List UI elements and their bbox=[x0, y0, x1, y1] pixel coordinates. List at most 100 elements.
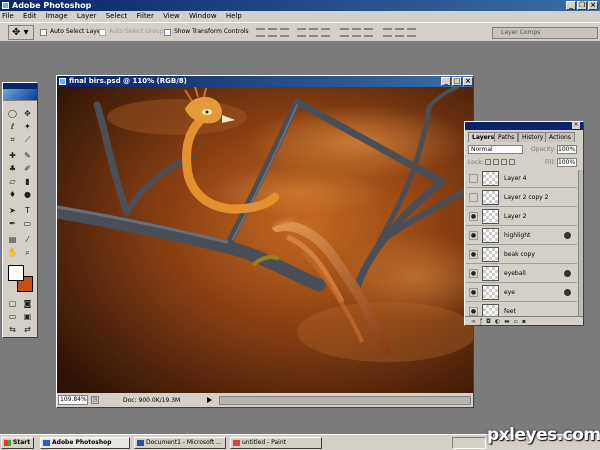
restore-icon[interactable]: ❐ bbox=[577, 1, 587, 10]
blur-tool-icon[interactable]: ♦ bbox=[7, 189, 18, 200]
layer-row[interactable]: ● Layer 2 bbox=[466, 208, 577, 226]
horizontal-scrollbar[interactable] bbox=[219, 396, 471, 405]
gradient-tool-icon[interactable]: ▮ bbox=[22, 176, 33, 187]
lasso-tool-icon[interactable]: ℓ bbox=[7, 121, 18, 132]
quick-mask-mode-icon[interactable]: ◙ bbox=[22, 298, 33, 309]
eye-icon[interactable]: ● bbox=[469, 231, 478, 240]
eye-icon[interactable]: ● bbox=[469, 269, 478, 278]
jump-to-imageready-icon[interactable]: ⇆ bbox=[7, 324, 18, 335]
align-bottom-icon[interactable] bbox=[280, 28, 289, 37]
tab-paths[interactable]: Paths bbox=[494, 132, 519, 142]
clone-stamp-tool-icon[interactable]: ♣ bbox=[7, 163, 18, 174]
align-vertical-center-icon[interactable] bbox=[268, 28, 277, 37]
palette-well-layer-comps[interactable]: Layer Comps bbox=[492, 27, 598, 39]
image-canvas[interactable] bbox=[57, 87, 473, 393]
opacity-input[interactable]: 100% bbox=[557, 145, 577, 154]
eye-icon[interactable]: ● bbox=[469, 250, 478, 259]
layers-scrollbar[interactable] bbox=[578, 170, 583, 316]
menu-filter[interactable]: Filter bbox=[137, 12, 154, 20]
shape-tool-icon[interactable]: ▭ bbox=[22, 218, 33, 229]
layer-effects-icon[interactable] bbox=[564, 289, 571, 296]
visibility-toggle[interactable] bbox=[469, 174, 478, 183]
palette-close-icon[interactable]: × bbox=[572, 122, 580, 129]
new-layer-icon[interactable]: ▫ bbox=[514, 318, 522, 325]
eraser-tool-icon[interactable]: ▱ bbox=[7, 176, 18, 187]
menu-view[interactable]: View bbox=[163, 12, 180, 20]
start-button[interactable]: Start bbox=[1, 437, 34, 449]
healing-brush-tool-icon[interactable]: ✚ bbox=[7, 150, 18, 161]
screen-mode-full-icon[interactable]: ▣ bbox=[22, 311, 33, 322]
eye-icon[interactable]: ● bbox=[469, 212, 478, 221]
new-group-icon[interactable]: ▬ bbox=[504, 318, 514, 325]
foreground-color-swatch[interactable] bbox=[8, 265, 24, 281]
align-horizontal-center-icon[interactable] bbox=[309, 28, 318, 37]
taskbar-item-paint[interactable]: untitled - Paint bbox=[230, 437, 322, 449]
screen-mode-standard-icon[interactable]: ▭ bbox=[7, 311, 18, 322]
auto-select-layer-checkbox[interactable] bbox=[40, 29, 47, 36]
path-selection-tool-icon[interactable]: ➤ bbox=[7, 205, 18, 216]
move-tool-icon[interactable]: ✥ bbox=[22, 108, 33, 119]
zoom-field[interactable]: 109.84% bbox=[58, 395, 88, 405]
tab-actions[interactable]: Actions bbox=[545, 132, 575, 142]
show-transform-controls-checkbox[interactable] bbox=[164, 29, 171, 36]
tab-history[interactable]: History bbox=[518, 132, 548, 142]
dodge-tool-icon[interactable]: ● bbox=[22, 189, 33, 200]
layer-row[interactable]: ● eyeball bbox=[466, 265, 577, 283]
menu-layer[interactable]: Layer bbox=[77, 12, 97, 20]
taskbar-item-photoshop[interactable]: Adobe Photoshop bbox=[40, 437, 130, 449]
layer-row[interactable]: Layer 2 copy 2 bbox=[466, 189, 577, 207]
layer-row[interactable]: ● highlight bbox=[466, 227, 577, 245]
menu-edit[interactable]: Edit bbox=[23, 12, 37, 20]
menu-select[interactable]: Select bbox=[106, 12, 128, 20]
visibility-toggle[interactable] bbox=[469, 193, 478, 202]
lock-position-icon[interactable] bbox=[501, 159, 507, 165]
align-right-icon[interactable] bbox=[321, 28, 330, 37]
close-icon[interactable]: × bbox=[588, 1, 598, 10]
doc-maximize-icon[interactable]: □ bbox=[452, 77, 462, 86]
distribute-top-icon[interactable] bbox=[340, 28, 349, 37]
layer-row[interactable]: Layer 4 bbox=[466, 170, 577, 188]
distribute-right-icon[interactable] bbox=[407, 28, 416, 37]
distribute-left-icon[interactable] bbox=[383, 28, 392, 37]
fill-input[interactable]: 100% bbox=[557, 158, 577, 167]
align-left-icon[interactable] bbox=[297, 28, 306, 37]
menu-help[interactable]: Help bbox=[226, 12, 242, 20]
align-top-icon[interactable] bbox=[256, 28, 265, 37]
magic-wand-tool-icon[interactable]: ✦ bbox=[22, 121, 33, 132]
hand-tool-icon[interactable]: ✋ bbox=[7, 247, 18, 258]
status-menu-arrow-icon[interactable] bbox=[207, 397, 213, 403]
lock-transparency-icon[interactable] bbox=[485, 159, 491, 165]
imageready-icon[interactable]: ⇄ bbox=[22, 324, 33, 335]
status-icon[interactable]: ◳ bbox=[91, 396, 99, 404]
minimize-icon[interactable]: _ bbox=[566, 1, 576, 10]
delete-layer-icon[interactable]: ▪ bbox=[522, 318, 530, 325]
pen-tool-icon[interactable]: ✒ bbox=[7, 218, 18, 229]
distribute-center-icon[interactable] bbox=[352, 28, 361, 37]
menu-image[interactable]: Image bbox=[46, 12, 68, 20]
adjustment-layer-icon[interactable]: ◐ bbox=[495, 318, 504, 325]
distribute-hcenter-icon[interactable] bbox=[395, 28, 404, 37]
marquee-tool-icon[interactable]: ◯ bbox=[7, 108, 18, 119]
document-title-bar[interactable]: final birs.psd @ 110% (RGB/8) _ □ × bbox=[57, 76, 473, 87]
link-layers-icon[interactable]: ∞ bbox=[471, 318, 480, 325]
distribute-bottom-icon[interactable] bbox=[364, 28, 373, 37]
doc-close-icon[interactable]: × bbox=[463, 77, 473, 86]
layer-row[interactable]: ● beak copy bbox=[466, 246, 577, 264]
notes-tool-icon[interactable]: ▤ bbox=[7, 234, 18, 245]
eye-icon[interactable]: ● bbox=[469, 307, 478, 316]
zoom-tool-icon[interactable]: ⌕ bbox=[22, 247, 33, 258]
type-tool-icon[interactable]: T bbox=[22, 205, 33, 216]
taskbar-item-word[interactable]: Document1 - Microsoft ... bbox=[134, 437, 226, 449]
layer-effects-icon[interactable] bbox=[564, 232, 571, 239]
slice-tool-icon[interactable]: ⟋ bbox=[22, 134, 33, 145]
eye-icon[interactable]: ● bbox=[469, 288, 478, 297]
add-mask-icon[interactable]: ◘ bbox=[486, 318, 495, 325]
lock-all-icon[interactable] bbox=[509, 159, 515, 165]
standard-mode-icon[interactable]: ▢ bbox=[7, 298, 18, 309]
menu-window[interactable]: Window bbox=[189, 12, 217, 20]
blend-mode-select[interactable]: Normal bbox=[468, 145, 523, 154]
move-tool-preset-picker[interactable]: ✥ ▾ bbox=[8, 25, 34, 40]
lock-image-icon[interactable] bbox=[493, 159, 499, 165]
history-brush-tool-icon[interactable]: ✐ bbox=[22, 163, 33, 174]
layer-effects-icon[interactable] bbox=[564, 270, 571, 277]
